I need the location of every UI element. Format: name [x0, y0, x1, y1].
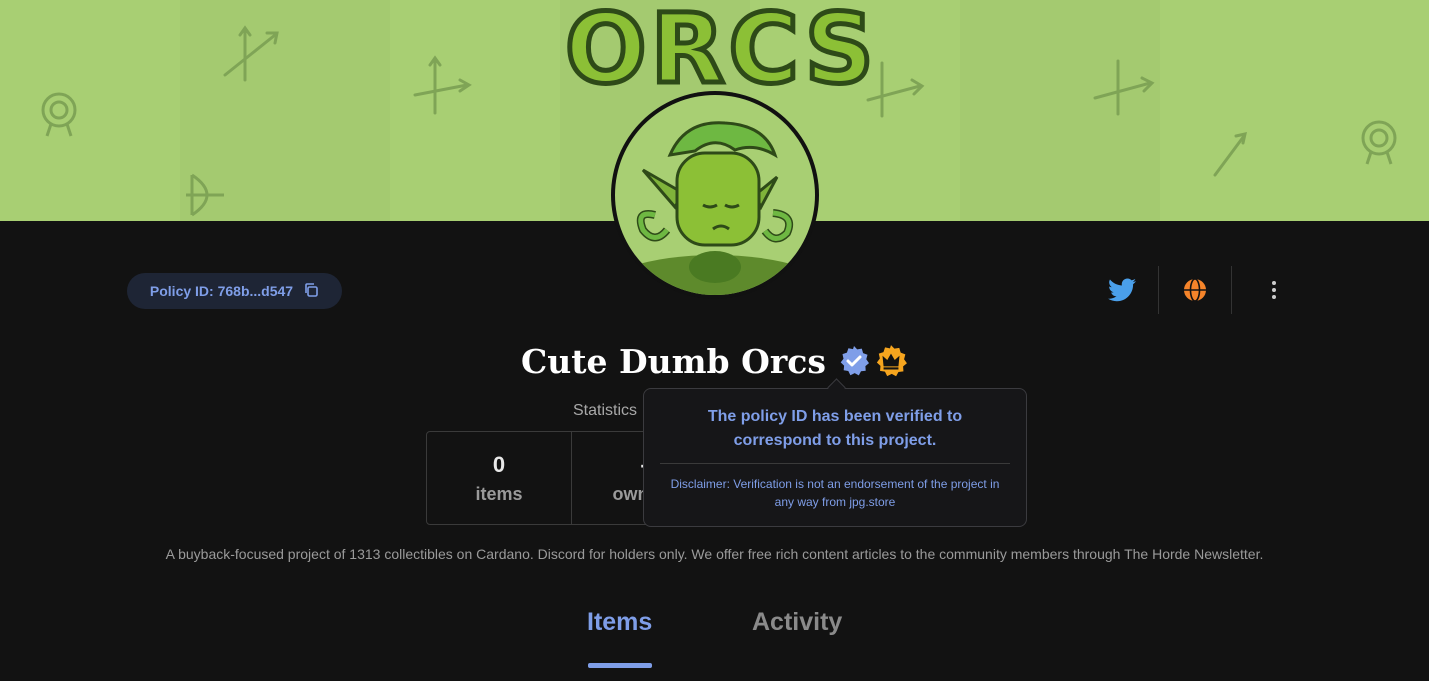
project-title-row: Cute Dumb Orcs: [0, 336, 1429, 386]
stat-label: items: [475, 483, 523, 504]
active-tab-indicator: [588, 663, 652, 668]
policy-id-label: Policy ID: 768b...d547: [149, 283, 294, 299]
arrow-icon: [1213, 132, 1247, 177]
project-description: A buyback-focused project of 1313 collec…: [165, 546, 1264, 562]
stat-items: 0 items: [427, 432, 571, 524]
policy-id-button[interactable]: Policy ID: 768b...d547: [127, 273, 342, 309]
crown-badge-icon[interactable]: [874, 344, 908, 378]
tooltip-disclaimer: Disclaimer: Verification is not an endor…: [670, 477, 1000, 509]
stat-value: 0: [492, 451, 506, 477]
tooltip-message: The policy ID has been verified to corre…: [707, 408, 963, 449]
twitter-icon: [1108, 278, 1136, 302]
tab-activity[interactable]: Activity: [752, 608, 842, 637]
crossed-arrows-icon: [223, 25, 279, 82]
divider: [1158, 266, 1159, 314]
verified-badge-icon[interactable]: [838, 345, 870, 377]
divider: [1231, 266, 1232, 314]
bow-icon: [186, 173, 224, 217]
project-title: Cute Dumb Orcs: [521, 341, 826, 381]
target-icon: [41, 92, 77, 137]
more-vertical-icon: [1272, 281, 1276, 299]
tooltip-divider: [660, 463, 1010, 464]
crossed-arrows-icon: [1093, 59, 1155, 116]
more-options-button[interactable]: [1254, 270, 1294, 310]
orc-avatar-image: [615, 95, 815, 295]
target-icon: [1361, 120, 1397, 165]
verified-tooltip: The policy ID has been verified to corre…: [643, 388, 1027, 527]
website-button[interactable]: [1175, 270, 1215, 310]
twitter-button[interactable]: [1102, 270, 1142, 310]
statistics-label: Statistics: [573, 402, 638, 419]
collection-avatar: [611, 91, 819, 299]
tab-items[interactable]: Items: [587, 608, 652, 637]
copy-icon[interactable]: [303, 282, 319, 301]
banner-logo-text: ORCS: [563, 0, 878, 107]
globe-icon: [1184, 278, 1206, 302]
crossed-arrows-icon: [413, 55, 472, 115]
